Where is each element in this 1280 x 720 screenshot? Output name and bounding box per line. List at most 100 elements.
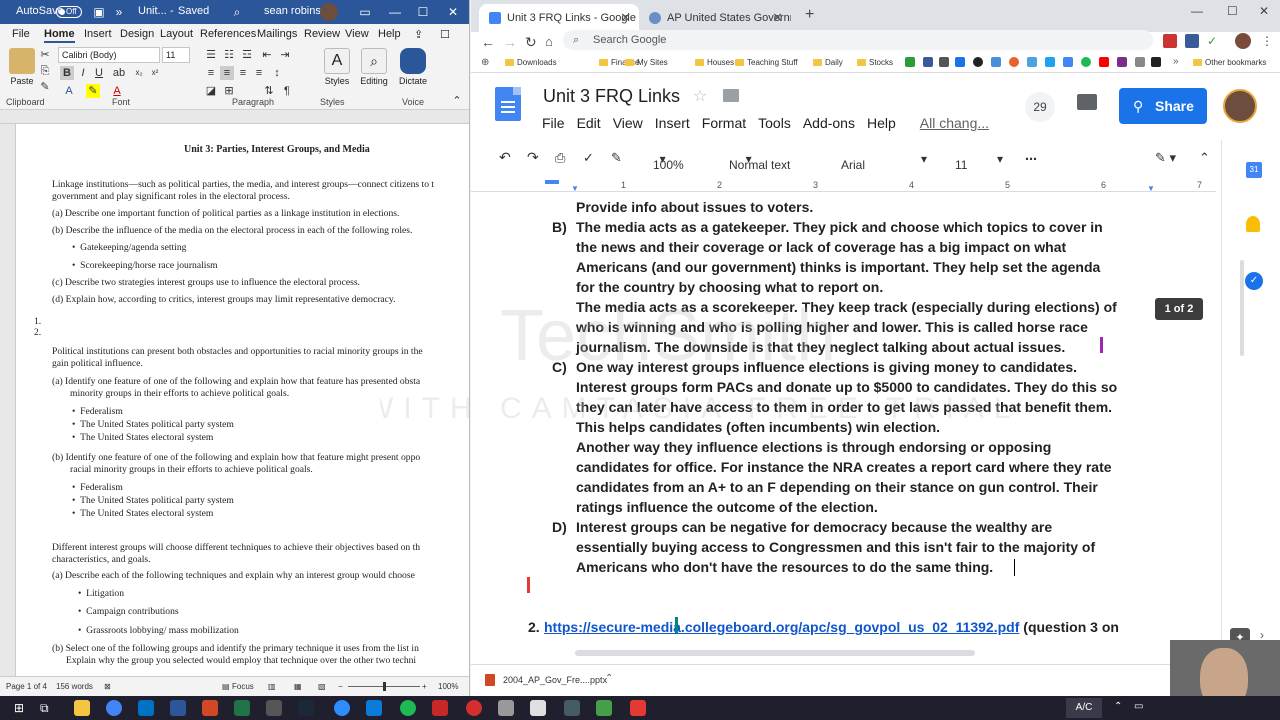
style-select[interactable]: Normal text ▾: [729, 152, 790, 172]
bullets-icon[interactable]: ☰: [204, 48, 218, 62]
word-count[interactable]: 156 words: [56, 682, 93, 691]
highlight-icon[interactable]: ✎: [86, 84, 100, 98]
keep-icon[interactable]: [1246, 216, 1260, 232]
word-taskbar-icon[interactable]: [170, 700, 186, 716]
undo-icon[interactable]: ↶: [499, 149, 511, 166]
new-tab-button[interactable]: +: [805, 6, 814, 24]
menu-edit[interactable]: Edit: [577, 115, 601, 131]
more-bookmarks-icon[interactable]: »: [1173, 56, 1179, 67]
zoom-level[interactable]: 100%: [438, 682, 458, 691]
start-icon[interactable]: ⊞: [14, 701, 24, 715]
menu-add-ons[interactable]: Add-ons: [803, 115, 855, 131]
font-color-icon[interactable]: A: [110, 84, 124, 98]
vertical-scrollbar[interactable]: [1240, 260, 1244, 356]
bold-icon[interactable]: B: [60, 66, 74, 80]
document-title[interactable]: Unit 3 FRQ Links: [543, 86, 680, 107]
more-commands-icon[interactable]: »: [110, 3, 128, 21]
paste-button[interactable]: Paste: [8, 48, 36, 86]
calculator-icon[interactable]: [498, 700, 514, 716]
reload-icon[interactable]: ↻: [525, 34, 537, 51]
bookmark-site-icon[interactable]: [1009, 57, 1019, 67]
minimize-icon[interactable]: —: [1191, 4, 1203, 18]
spotify-icon[interactable]: [400, 700, 416, 716]
menu-insert[interactable]: Insert: [655, 115, 690, 131]
bookmark-downloads[interactable]: Downloads: [505, 58, 557, 67]
borders-icon[interactable]: ⊞: [222, 84, 236, 98]
bookmark-site-icon[interactable]: [1117, 57, 1127, 67]
more-tools-icon[interactable]: ⋯: [1025, 152, 1037, 166]
app-icon[interactable]: [630, 700, 646, 716]
strikethrough-icon[interactable]: ab: [112, 66, 126, 80]
zoom-slider-thumb[interactable]: [383, 682, 386, 691]
focus-icon[interactable]: ▤: [222, 682, 230, 691]
app-icon[interactable]: [266, 700, 282, 716]
menu-help[interactable]: Help: [867, 115, 896, 131]
cut-icon[interactable]: ✂: [38, 48, 52, 62]
account-avatar[interactable]: [1223, 89, 1257, 123]
read-mode-icon[interactable]: ▥: [268, 682, 276, 691]
bookmark-site-icon[interactable]: [1151, 57, 1161, 67]
docs-document-body[interactable]: Provide info about issues to voters. B) …: [471, 193, 1216, 648]
tab-mailings[interactable]: Mailings: [257, 28, 297, 40]
zoom-select[interactable]: 100% ▾: [653, 152, 684, 172]
paint-format-icon[interactable]: ✎: [611, 150, 622, 166]
search-icon[interactable]: ⌕: [228, 3, 246, 21]
numbering-icon[interactable]: ☷: [222, 48, 236, 62]
maximize-icon[interactable]: ☐: [414, 3, 432, 21]
page-count[interactable]: Page 1 of 4: [6, 682, 47, 691]
bookmark-site-icon[interactable]: [973, 57, 983, 67]
align-right-icon[interactable]: ≡: [236, 66, 250, 80]
bookmark-site-icon[interactable]: [1027, 57, 1037, 67]
tab-help[interactable]: Help: [378, 28, 401, 40]
bookmark-site-icon[interactable]: [1135, 57, 1145, 67]
bookmark-youtube-icon[interactable]: [1099, 57, 1109, 67]
underline-icon[interactable]: U: [92, 66, 106, 80]
menu-file[interactable]: File: [542, 115, 565, 131]
app-icon[interactable]: [432, 700, 448, 716]
tab-ap-gov[interactable]: AP United States Government an ✕: [639, 4, 791, 32]
all-changes-link[interactable]: All chang...: [920, 115, 989, 131]
bookmark-houses[interactable]: Houses: [695, 58, 734, 67]
ac-indicator[interactable]: A/C: [1066, 698, 1102, 718]
apps-icon[interactable]: ⊕: [481, 57, 489, 68]
zoom-out-icon[interactable]: −: [338, 682, 343, 691]
app-icon[interactable]: [334, 700, 350, 716]
align-center-icon[interactable]: ≡: [220, 66, 234, 80]
menu-tools[interactable]: Tools: [758, 115, 791, 131]
bookmark-twitter-icon[interactable]: [1045, 57, 1055, 67]
task-view-icon[interactable]: ⧉: [40, 701, 49, 716]
web-layout-icon[interactable]: ▧: [318, 682, 326, 691]
font-name-box[interactable]: Calibri (Body): [58, 47, 160, 63]
tab-home[interactable]: Home: [44, 28, 75, 43]
outlook-icon[interactable]: [138, 700, 154, 716]
share-ribbon-icon[interactable]: ⇪: [414, 28, 423, 41]
superscript-icon[interactable]: x²: [148, 66, 162, 80]
bookmark-site-icon[interactable]: [939, 57, 949, 67]
home-icon[interactable]: ⌂: [545, 34, 553, 49]
right-indent-marker[interactable]: ▼: [1147, 184, 1155, 193]
multilevel-list-icon[interactable]: ☲: [240, 48, 254, 62]
close-icon[interactable]: ✕: [444, 3, 462, 21]
font-select-arrow-icon[interactable]: ▾: [921, 152, 927, 166]
comments-icon[interactable]: [1077, 94, 1097, 110]
other-bookmarks[interactable]: Other bookmarks: [1193, 58, 1266, 67]
extension-gmail-icon[interactable]: [1163, 34, 1177, 48]
extension-check-icon[interactable]: ✓: [1207, 34, 1221, 48]
user-avatar[interactable]: [320, 3, 338, 21]
omnibox[interactable]: ⌕ Search Google: [563, 30, 1153, 50]
close-tab-icon[interactable]: ✕: [772, 4, 783, 32]
pilcrow-icon[interactable]: ¶: [280, 84, 294, 98]
minimize-icon[interactable]: —: [386, 3, 404, 21]
bookmark-facebook-icon[interactable]: [923, 57, 933, 67]
font-size-box[interactable]: 11: [162, 47, 190, 63]
first-line-indent-marker[interactable]: [545, 180, 559, 184]
format-painter-icon[interactable]: ✎: [38, 80, 52, 94]
bookmark-site-icon[interactable]: [1063, 57, 1073, 67]
bookmark-daily[interactable]: Daily: [813, 58, 843, 67]
tab-google-docs[interactable]: Unit 3 FRQ Links - Google Docs ✕: [479, 4, 639, 32]
calendar-icon[interactable]: 31: [1246, 162, 1262, 178]
font-size-arrow-icon[interactable]: ▾: [997, 152, 1003, 166]
bookmark-teaching-stuff[interactable]: Teaching Stuff: [735, 58, 798, 67]
copy-icon[interactable]: ⎘: [38, 64, 52, 78]
app-icon[interactable]: [530, 700, 546, 716]
